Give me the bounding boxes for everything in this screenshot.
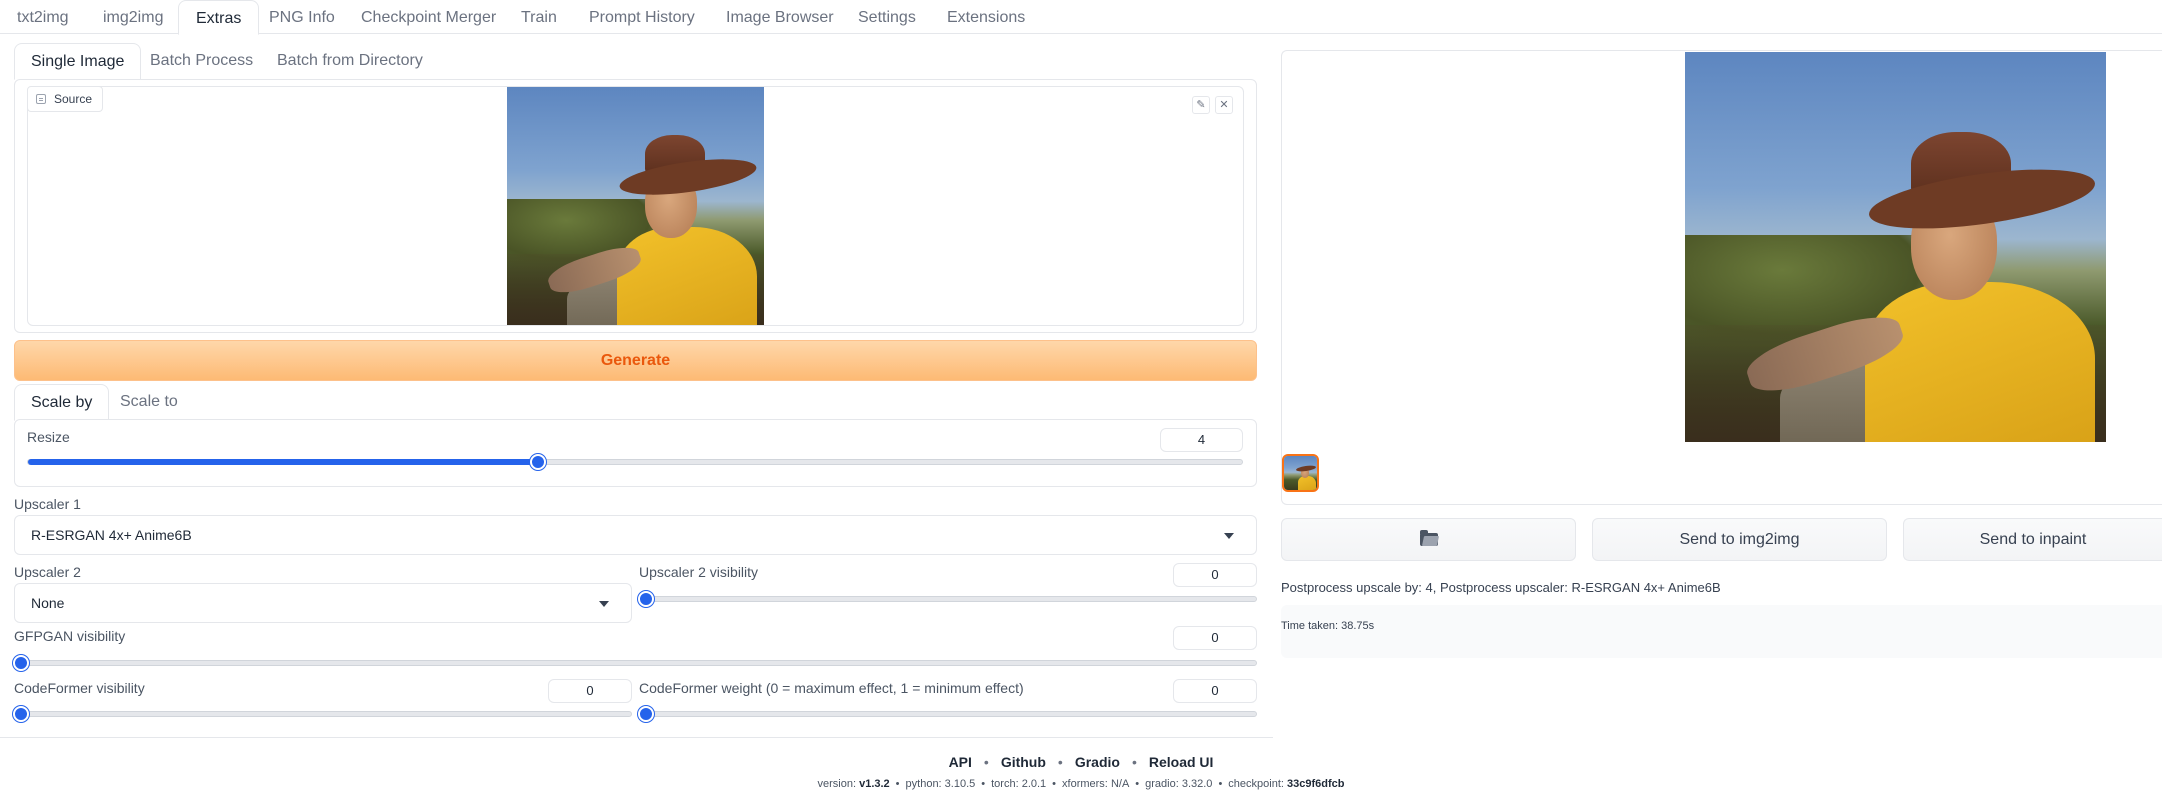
tab-single-image[interactable]: Single Image [14,43,142,80]
chevron-down-icon [599,601,609,607]
upscaler1-label: Upscaler 1 [14,496,81,512]
tab-txt2img[interactable]: txt2img [0,0,86,34]
upscaler1-value: R-ESRGAN 4x+ Anime6B [31,527,192,543]
generation-info: Postprocess upscale by: 4, Postprocess u… [1281,580,1721,595]
tab-batch-from-directory[interactable]: Batch from Directory [261,43,439,79]
gfpgan-visibility-slider[interactable] [14,660,1257,666]
image-icon [36,94,46,104]
thumbnail-image [1284,456,1317,490]
folder-icon [1419,530,1439,547]
footer-link-github[interactable]: Github [1001,754,1046,770]
tab-scale-by[interactable]: Scale by [14,384,110,421]
gallery-thumbnail[interactable] [1282,454,1319,492]
resize-slider-track[interactable] [27,459,1243,465]
footer-link-gradio[interactable]: Gradio [1075,754,1120,770]
python-label: python: [905,778,945,790]
codeformer-visibility-slider[interactable] [14,711,632,717]
version-label: version: [817,778,860,790]
source-image-dropzone[interactable] [27,86,1244,326]
resize-input[interactable]: 4 [1160,428,1243,452]
upscaler2-dropdown[interactable]: None [14,583,632,623]
close-icon[interactable]: ✕ [1215,96,1233,114]
top-tab-bar: txt2img img2img Extras PNG Info Checkpoi… [0,0,2162,35]
tab-extras[interactable]: Extras [178,0,260,35]
tab-image-browser[interactable]: Image Browser [709,0,851,34]
tab-train[interactable]: Train [504,0,574,34]
footer-separator: • [1057,754,1063,770]
resize-slider-fill [28,459,539,465]
generate-button[interactable]: Generate [14,340,1257,381]
time-taken: Time taken: 38.75s [1281,620,1375,632]
footer-version-info: version: v1.3.2 • python: 3.10.5 • torch: 2.… [817,778,1345,790]
codeformer-weight-thumb[interactable] [638,706,654,722]
tab-checkpoint-merger[interactable]: Checkpoint Merger [344,0,513,34]
tab-png-info[interactable]: PNG Info [252,0,352,34]
tab-scale-to[interactable]: Scale to [104,384,194,420]
python-value: 3.10.5 [944,778,976,790]
tab-img2img[interactable]: img2img [86,0,180,34]
resize-slider-thumb[interactable] [530,454,546,470]
tab-batch-process[interactable]: Batch Process [134,43,269,79]
tab-extensions[interactable]: Extensions [930,0,1042,34]
version-value: v1.3.2 [859,778,890,790]
codeformer-visibility-input[interactable]: 0 [548,679,632,703]
checkpoint-label: checkpoint: [1228,778,1287,790]
source-label-text: Source [54,92,93,106]
codeformer-visibility-thumb[interactable] [13,706,29,722]
footer-separator: • [1131,754,1137,770]
gfpgan-visibility-label: GFPGAN visibility [14,628,126,644]
resize-label: Resize [27,429,70,445]
footer-link-reload-ui[interactable]: Reload UI [1149,754,1214,770]
upscaler2-visibility-slider[interactable] [639,596,1257,602]
divider [0,737,1273,738]
torch-value: 2.0.1 [1021,778,1047,790]
codeformer-weight-label: CodeFormer weight (0 = maximum effect, 1… [639,680,1024,696]
output-gallery [1281,50,2162,505]
xformers-value: N/A [1110,778,1130,790]
footer-link-api[interactable]: API [949,754,972,770]
gradio-value: 3.32.0 [1181,778,1213,790]
upscaler2-value: None [31,595,65,611]
tab-prompt-history[interactable]: Prompt History [572,0,712,34]
send-to-inpaint-button[interactable]: Send to inpaint [1903,518,2162,561]
codeformer-weight-slider[interactable] [639,711,1257,717]
checkpoint-value: 33c9f6dfcb [1287,778,1345,790]
footer-separator: • [983,754,989,770]
open-folder-button[interactable] [1281,518,1576,561]
output-image[interactable] [1685,52,2106,442]
source-label: Source [27,86,104,112]
gfpgan-visibility-thumb[interactable] [13,655,29,671]
chevron-down-icon [1224,533,1234,539]
codeformer-visibility-label: CodeFormer visibility [14,680,145,696]
upscaler2-label: Upscaler 2 [14,564,81,580]
source-image [507,87,764,325]
codeformer-weight-input[interactable]: 0 [1173,679,1257,703]
send-to-img2img-button[interactable]: Send to img2img [1592,518,1887,561]
footer-links: API • Github • Gradio • Reload UI [0,754,2162,770]
time-taken-box [1281,605,2162,658]
tab-settings[interactable]: Settings [841,0,933,34]
xformers-label: xformers: [1062,778,1111,790]
upscaler2-visibility-input[interactable]: 0 [1173,563,1257,587]
upscaler1-dropdown[interactable]: R-ESRGAN 4x+ Anime6B [14,515,1257,555]
scale-by-panel [14,419,1257,487]
pencil-icon[interactable]: ✎ [1192,96,1210,114]
torch-label: torch: [991,778,1022,790]
gradio-label: gradio: [1145,778,1182,790]
gfpgan-visibility-input[interactable]: 0 [1173,626,1257,650]
upscaler2-visibility-thumb[interactable] [638,591,654,607]
upscaler2-visibility-label: Upscaler 2 visibility [639,564,759,580]
